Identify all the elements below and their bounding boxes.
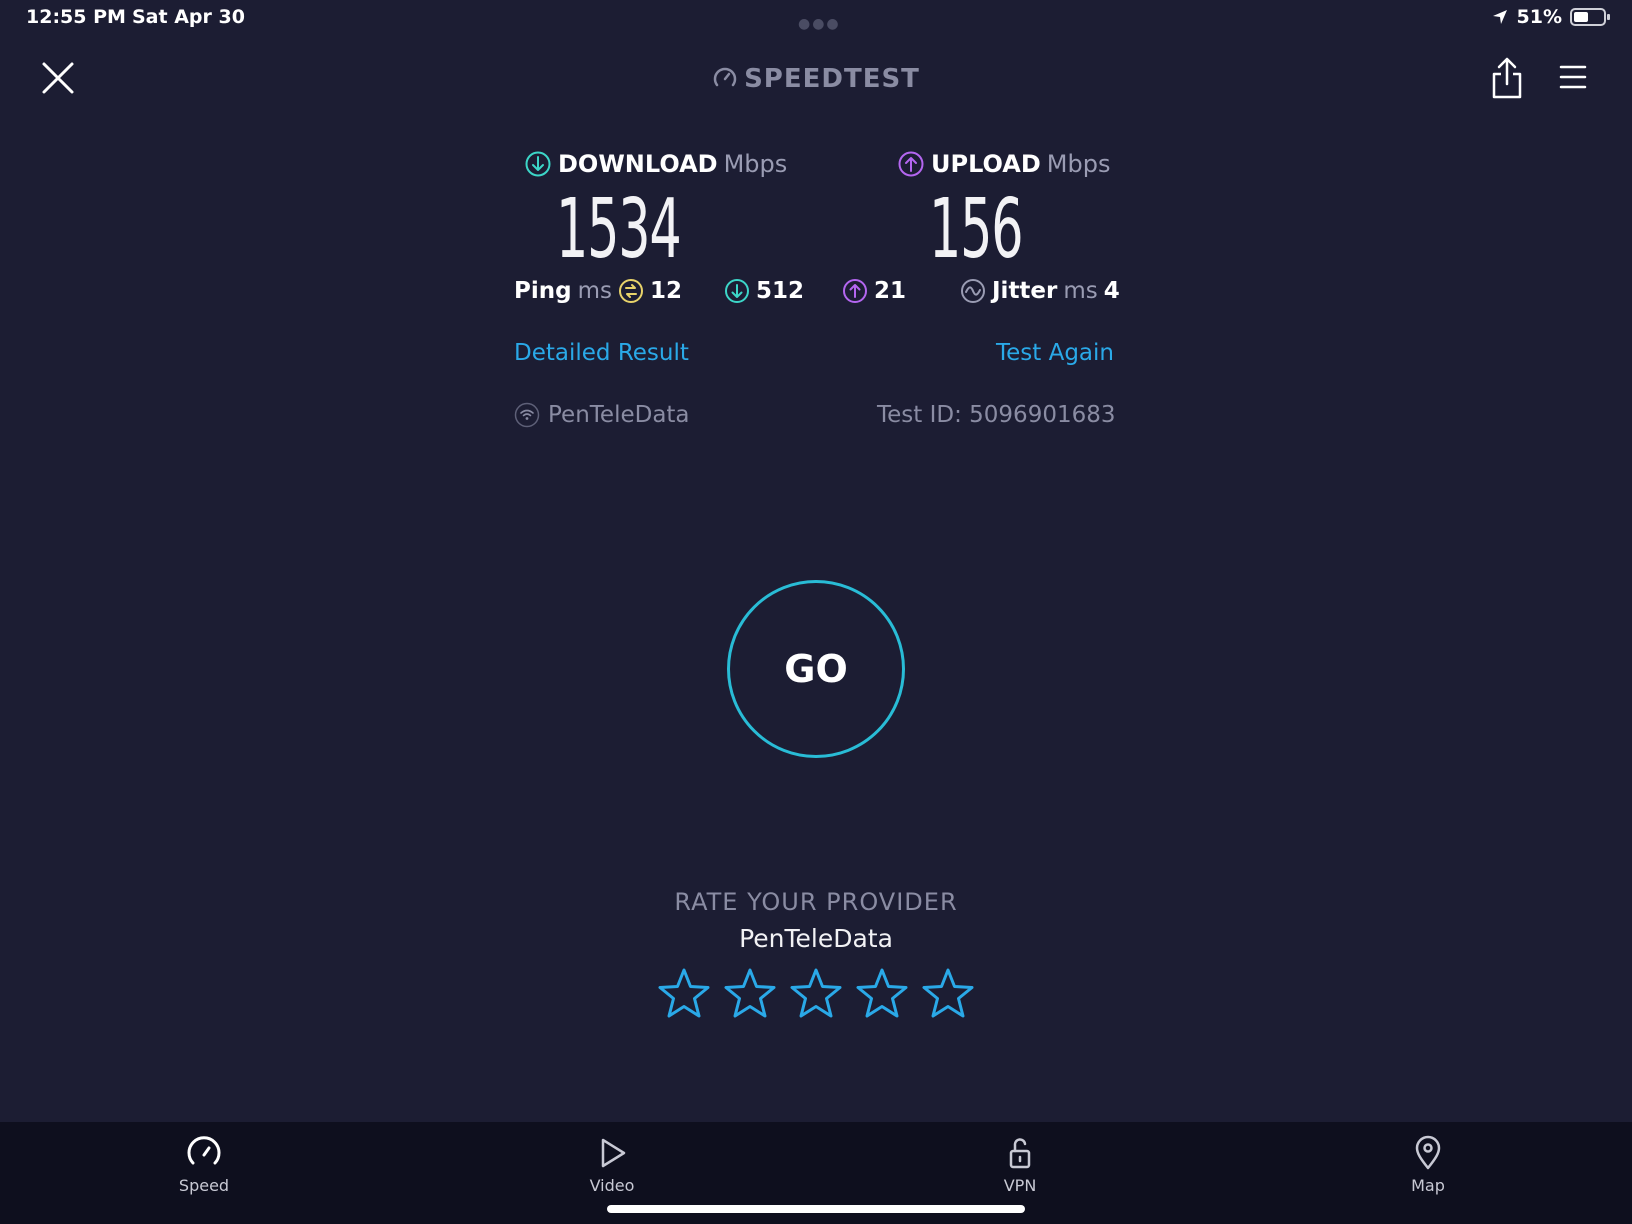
star-icon[interactable] [920,966,976,1022]
share-icon[interactable] [1490,56,1524,100]
rate-title: RATE YOUR PROVIDER [674,888,958,916]
brand-text: SPEEDTEST [744,64,920,94]
download-label: DOWNLOAD [558,150,718,178]
battery-percent: 51% [1516,6,1562,28]
wifi-icon [514,402,540,428]
jitter-value: 4 [1103,278,1120,304]
star-rating [0,966,1632,1022]
status-right: 51% [1491,6,1610,28]
status-date: Sat Apr 30 [132,6,245,28]
star-icon[interactable] [788,966,844,1022]
ping-idle-value: 12 [649,278,682,304]
download-unit: Mbps [723,150,788,178]
speed-gauge-icon [713,67,737,87]
ping-upload-value: 21 [874,278,907,304]
star-icon[interactable] [722,966,778,1022]
ping-download-value: 512 [756,278,805,304]
test-id: Test ID: 5096901683 [877,402,1116,428]
menu-icon[interactable] [1558,62,1588,92]
rate-provider-name: PenTeleData [739,924,893,953]
jitter: Jitter ms 4 [960,278,1120,304]
provider-name: PenTeleData [548,402,690,428]
map-pin-icon [1415,1135,1441,1170]
speed-gauge-icon [187,1136,221,1165]
battery-fill [1574,12,1588,22]
location-arrow-icon [1492,10,1507,24]
brand-title: SPEEDTEST [0,64,1632,94]
battery-icon [1570,8,1610,26]
ping-download: 512 [724,278,804,304]
jitter-label: Jitter [992,278,1058,304]
go-button[interactable]: GO [727,580,905,758]
upload-header: UPLOAD Mbps [897,150,1110,178]
star-icon[interactable] [656,966,712,1022]
tab-speed-label: Speed [178,1176,230,1195]
play-icon [601,1138,626,1168]
upload-arrow-icon [898,151,924,177]
battery-cap [1607,14,1610,20]
tab-speed[interactable]: Speed [134,1134,274,1195]
ping-idle-icon [618,279,643,303]
tab-vpn[interactable]: VPN [950,1134,1090,1195]
upload-unit: Mbps [1046,150,1111,178]
ping-idle: Ping ms 12 [514,278,682,304]
upload-label: UPLOAD [931,150,1041,178]
tab-video-label: Video [589,1176,635,1195]
upload-value: 156 [929,182,1024,277]
tab-map-label: Map [1411,1176,1445,1195]
multitask-dots-icon[interactable]: ●●● [798,16,841,32]
ping-unit: ms [577,278,612,304]
star-icon[interactable] [854,966,910,1022]
tab-video[interactable]: Video [542,1134,682,1195]
ping-upload-icon [843,279,867,303]
provider-info: PenTeleData [514,402,690,428]
ping-download-icon [725,279,749,303]
status-time: 12:55 PM [26,6,126,28]
lock-icon [1009,1138,1031,1169]
home-indicator[interactable] [607,1205,1025,1213]
detailed-result-link[interactable]: Detailed Result [514,340,689,366]
tab-map[interactable]: Map [1358,1134,1498,1195]
download-arrow-icon [525,151,551,177]
jitter-unit: ms [1063,278,1098,304]
ping-label: Ping [514,278,572,304]
jitter-wave-icon [961,279,985,303]
ping-upload: 21 [842,278,906,304]
tab-vpn-label: VPN [1003,1176,1037,1195]
test-again-link[interactable]: Test Again [996,340,1114,366]
download-value: 1534 [556,182,682,277]
download-header: DOWNLOAD Mbps [524,150,787,178]
